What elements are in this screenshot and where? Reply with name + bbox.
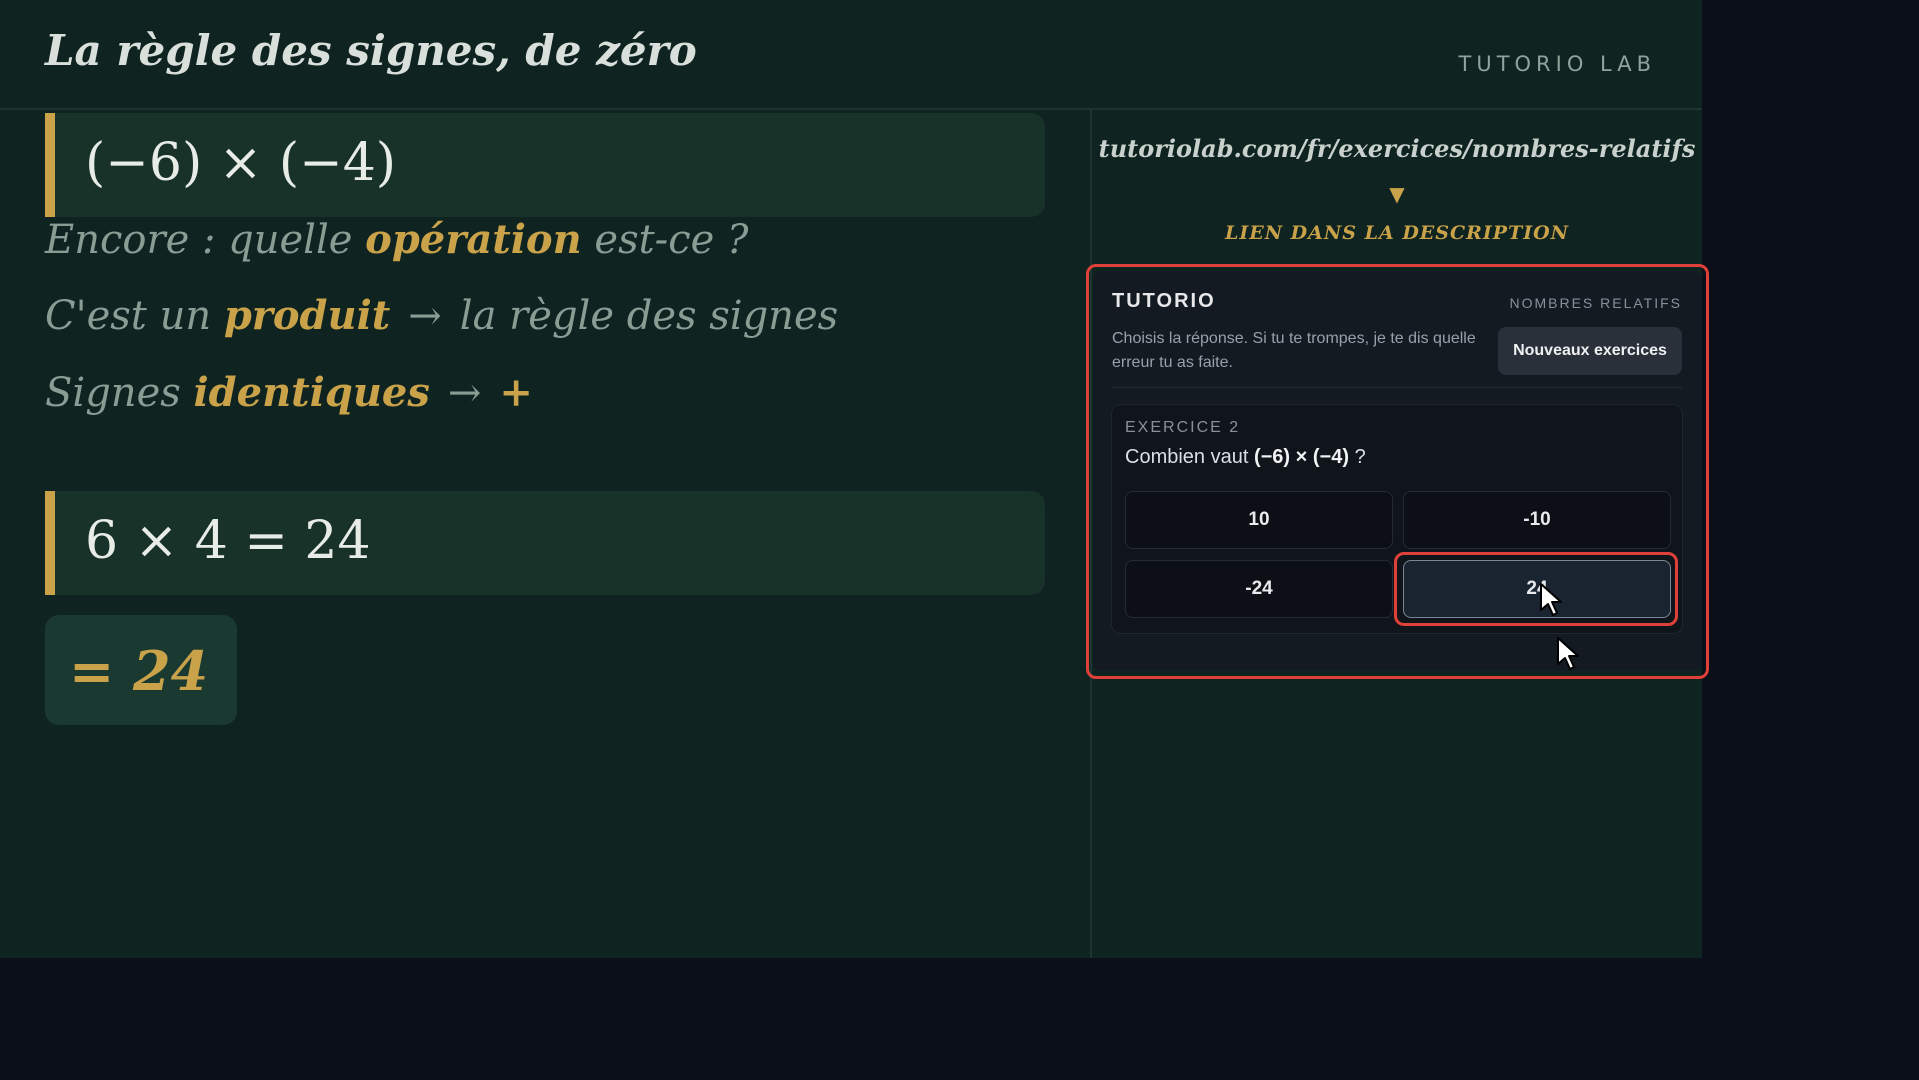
line2-post: la règle des signes [459,293,839,339]
line2-highlight: produit [223,292,391,339]
page-title: La règle des signes, de zéro [45,26,697,75]
result-text: = 24 [69,639,209,703]
line1-post: est-ce ? [581,217,749,263]
line2-pre: C'est un [45,293,224,339]
brand-label: TUTORIO LAB [1458,52,1656,76]
right-arrow-icon: → [447,370,482,416]
calculation-text: 6 × 4 = 24 [85,511,371,571]
lesson-line-1: Encore : quelle opération est-ce ? [45,216,748,263]
lesson-line-2: C'est un produit → la règle des signes [45,292,838,339]
line1-pre: Encore : quelle [45,217,366,263]
header: La règle des signes, de zéro TUTORIO LAB [0,0,1702,110]
line1-highlight: opération [365,216,582,263]
expression-text: (−6) × (−4) [85,133,397,193]
triangle-down-icon: ▼ [1389,182,1405,206]
lesson-line-3: Signes identiques → + [45,369,533,416]
line3-highlight: identiques [193,369,430,416]
calculation-box: 6 × 4 = 24 [45,491,1045,595]
mouse-pointer-icon [1540,583,1562,616]
result-box: = 24 [45,615,237,725]
plus-sign: + [499,369,533,416]
mouse-pointer-icon [1557,637,1579,670]
exercise-url: tutoriolab.com/fr/exercices/nombres-rela… [1098,134,1696,163]
expression-box: (−6) × (−4) [45,113,1045,217]
right-arrow-icon: → [408,293,442,339]
letterbox-area [0,958,1919,1080]
link-note: LIEN DANS LA DESCRIPTION [1224,222,1570,244]
option-highlight-outline [1394,552,1678,626]
lesson-panel: (−6) × (−4) Encore : quelle opération es… [0,108,1092,958]
line3-pre: Signes [45,370,194,416]
